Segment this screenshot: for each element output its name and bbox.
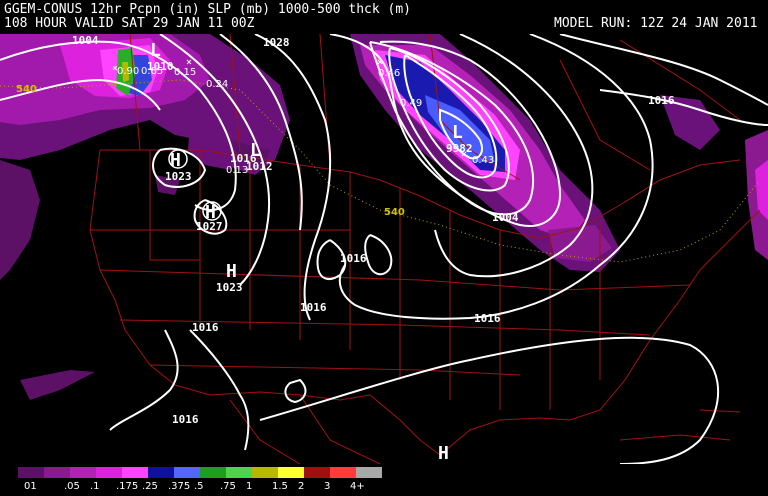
- legend-swatch: [18, 467, 44, 478]
- isobar-label: 1016: [340, 252, 367, 265]
- legend-label: .375: [168, 481, 191, 492]
- legend-label: .75: [220, 481, 236, 492]
- isobar-label: 1004: [72, 34, 99, 47]
- isobar-label: 1016: [192, 321, 219, 334]
- legend-label: .05: [64, 481, 80, 492]
- legend-label: .5: [194, 481, 204, 492]
- legend-swatch: [278, 467, 304, 478]
- legend-label: .1: [90, 481, 100, 492]
- legend-swatch: [44, 467, 70, 478]
- pressure-center-letter: L: [452, 122, 463, 143]
- legend-label: 1.5: [272, 481, 288, 492]
- legend-label: 3: [324, 481, 331, 492]
- pressure-center-letter: L: [150, 40, 161, 61]
- isobar-label: 1028: [263, 36, 290, 49]
- precip-amount-label: 0.49: [400, 98, 422, 109]
- precip-amount-label: 0.13: [226, 165, 248, 176]
- legend-swatch: [122, 467, 148, 478]
- legend-swatch: [70, 467, 96, 478]
- pressure-center-letter: H: [438, 443, 449, 464]
- precip-amount-label: 0.15: [174, 67, 196, 78]
- legend-label: 4+: [350, 481, 365, 492]
- precip-amount-label: 0.24: [206, 79, 228, 90]
- chart-title: GGEM-CONUS 12hr Pcpn (in) SLP (mb) 1000-…: [4, 2, 411, 17]
- model-run: MODEL RUN: 12Z 24 JAN 2011: [554, 16, 758, 31]
- precip-legend: 01 .05 .1 .175.25 .375.5 .75 1 1.5 2 3 4+: [0, 464, 768, 496]
- legend-swatch: [148, 467, 174, 478]
- isobar-label: 1016: [474, 312, 501, 325]
- isobar-label: 1016: [648, 94, 675, 107]
- thickness-label: 540: [16, 84, 37, 95]
- pressure-center-value: 1027: [196, 220, 223, 233]
- pressure-center-value: 1023: [165, 170, 192, 183]
- isobar-label: 1016: [300, 301, 327, 314]
- legend-label: .175: [116, 481, 139, 492]
- legend-swatch: [252, 467, 278, 478]
- legend-swatch: [330, 467, 356, 478]
- legend-swatch: [304, 467, 330, 478]
- isobar-label: 1004: [492, 211, 519, 224]
- precip-amount-label: 0.65: [141, 66, 163, 77]
- legend-swatch: [226, 467, 252, 478]
- precip-amount-label: 0.90: [117, 66, 139, 77]
- precip-amount-label: 0.43: [472, 155, 494, 166]
- legend-label: 2: [298, 481, 305, 492]
- legend-label: .25: [142, 481, 158, 492]
- legend-swatch: [356, 467, 382, 478]
- isobar-label: 1016: [230, 152, 257, 165]
- pressure-center-value: 9982: [446, 142, 473, 155]
- pressure-center-value: 1023: [216, 281, 243, 294]
- legend-label: 01: [24, 481, 37, 492]
- header-bar: GGEM-CONUS 12hr Pcpn (in) SLP (mb) 1000-…: [0, 0, 768, 34]
- isobar-label: 1016: [172, 413, 199, 426]
- legend-swatch: [174, 467, 200, 478]
- legend-swatch: [96, 467, 122, 478]
- legend-label: 1: [246, 481, 253, 492]
- thickness-label: 540: [384, 207, 405, 218]
- pressure-center-letter: H: [226, 261, 237, 282]
- precip-amount-label: 0.46: [378, 68, 400, 79]
- legend-swatch: [200, 467, 226, 478]
- weather-map: L 1010 H 1023 L 1012 H 1027 H 1023 L 998…: [0, 34, 768, 464]
- valid-time: 108 HOUR VALID SAT 29 JAN 11 00Z: [4, 16, 255, 31]
